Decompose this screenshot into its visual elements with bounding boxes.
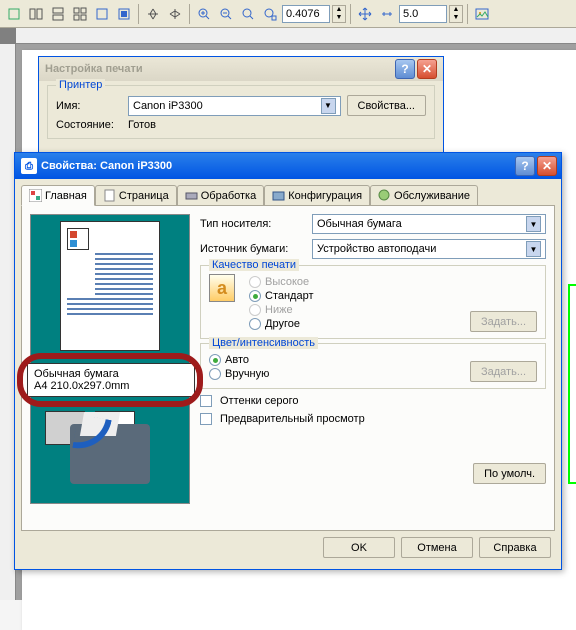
quality-icon: a [209, 274, 235, 302]
tool-btn[interactable] [92, 4, 112, 24]
printer-icon: ⎙ [21, 158, 37, 174]
zoom-input[interactable] [282, 5, 330, 23]
state-label: Состояние: [56, 119, 122, 131]
tool-btn[interactable] [143, 4, 163, 24]
settings-column: Тип носителя: Обычная бумага ▼ Источник … [200, 214, 546, 522]
quality-fieldset: Качество печати a Высокое Стандарт Ниже … [200, 265, 546, 339]
tool-btn[interactable] [70, 4, 90, 24]
tabs: Главная Страница Обработка Конфигурация … [15, 179, 561, 205]
quality-radio-other[interactable]: Другое [249, 318, 314, 330]
zoom-spinner[interactable]: ▲▼ [332, 5, 346, 23]
printer-fieldset: Принтер Имя: Canon iP3300 ▼ Свойства... … [47, 85, 435, 139]
chevron-down-icon[interactable]: ▼ [526, 241, 541, 257]
tab-main[interactable]: Главная [21, 185, 95, 206]
cancel-button[interactable]: Отмена [401, 537, 473, 558]
pan-icon[interactable] [355, 4, 375, 24]
printer-illustration [37, 411, 183, 497]
ok-button[interactable]: OK [323, 537, 395, 558]
preview-column: Обычная бумага A4 210.0x297.0mm [30, 214, 190, 522]
color-radio-auto[interactable]: Авто [209, 354, 269, 366]
print-setup-dialog: Настройка печати ? ✕ Принтер Имя: Canon … [38, 56, 444, 156]
zoom-in-icon[interactable] [194, 4, 214, 24]
preview-checkbox[interactable]: Предварительный просмотр [200, 413, 546, 425]
source-label: Источник бумаги: [200, 243, 306, 255]
chevron-down-icon[interactable]: ▼ [526, 216, 541, 232]
main-toolbar: ▲▼ ▲▼ [0, 0, 576, 28]
size-input[interactable] [399, 5, 447, 23]
properties-dialog: ⎙ Свойства: Canon iP3300 ? ✕ Главная Стр… [14, 152, 562, 570]
dialog-title-bar[interactable]: Настройка печати ? ✕ [39, 57, 443, 81]
name-label: Имя: [56, 100, 122, 112]
paper-info-label: Обычная бумага A4 210.0x297.0mm [27, 363, 195, 397]
fieldset-legend: Принтер [56, 79, 105, 91]
media-type-label: Тип носителя: [200, 218, 306, 230]
close-icon[interactable]: ✕ [537, 156, 557, 176]
dialog-footer: OK Отмена Справка [15, 537, 561, 566]
tab-page[interactable]: Страница [95, 185, 177, 205]
properties-button[interactable]: Свойства... [347, 95, 426, 116]
help-icon[interactable]: ? [515, 156, 535, 176]
quality-radio-low: Ниже [249, 304, 314, 316]
zoom-fit-icon[interactable] [238, 4, 258, 24]
color-radio-manual[interactable]: Вручную [209, 368, 269, 380]
image-icon[interactable] [472, 4, 492, 24]
dialog-title: Настройка печати [45, 63, 143, 75]
tool-btn[interactable] [48, 4, 68, 24]
ruler-horizontal [16, 28, 576, 44]
quality-radio-high: Высокое [249, 276, 314, 288]
tool-btn[interactable] [4, 4, 24, 24]
fieldset-legend: Цвет/интенсивность [209, 337, 318, 349]
help-icon[interactable]: ? [395, 59, 415, 79]
measure-icon[interactable] [377, 4, 397, 24]
tool-btn[interactable] [114, 4, 134, 24]
color-fieldset: Цвет/интенсивность Авто Вручную Задать..… [200, 343, 546, 389]
chevron-down-icon[interactable]: ▼ [321, 98, 336, 114]
quality-radio-standard[interactable]: Стандарт [249, 290, 314, 302]
defaults-button[interactable]: По умолч. [473, 463, 546, 484]
fieldset-legend: Качество печати [209, 259, 299, 271]
tab-service[interactable]: Обслуживание [370, 185, 478, 205]
tab-processing[interactable]: Обработка [177, 185, 264, 205]
tool-btn[interactable] [26, 4, 46, 24]
annotation-rect [568, 284, 576, 484]
preview-page [60, 221, 160, 351]
dialog-title-bar[interactable]: ⎙ Свойства: Canon iP3300 ? ✕ [15, 153, 561, 179]
quality-set-button: Задать... [470, 311, 537, 332]
zoom-sel-icon[interactable] [260, 4, 280, 24]
state-value: Готов [128, 119, 156, 131]
grayscale-checkbox[interactable]: Оттенки серого [200, 395, 546, 407]
printer-select[interactable]: Canon iP3300 ▼ [128, 96, 341, 116]
tab-config[interactable]: Конфигурация [264, 185, 370, 205]
print-preview: Обычная бумага A4 210.0x297.0mm [30, 214, 190, 504]
sample-image-icon [67, 228, 89, 250]
size-spinner[interactable]: ▲▼ [449, 5, 463, 23]
media-type-select[interactable]: Обычная бумага ▼ [312, 214, 546, 234]
close-icon[interactable]: ✕ [417, 59, 437, 79]
zoom-out-icon[interactable] [216, 4, 236, 24]
dialog-title: Свойства: Canon iP3300 [41, 160, 172, 172]
help-button[interactable]: Справка [479, 537, 551, 558]
tool-btn[interactable] [165, 4, 185, 24]
color-set-button: Задать... [470, 361, 537, 382]
source-select[interactable]: Устройство автоподачи ▼ [312, 239, 546, 259]
tab-panel-main: Обычная бумага A4 210.0x297.0mm Тип носи… [21, 205, 555, 531]
